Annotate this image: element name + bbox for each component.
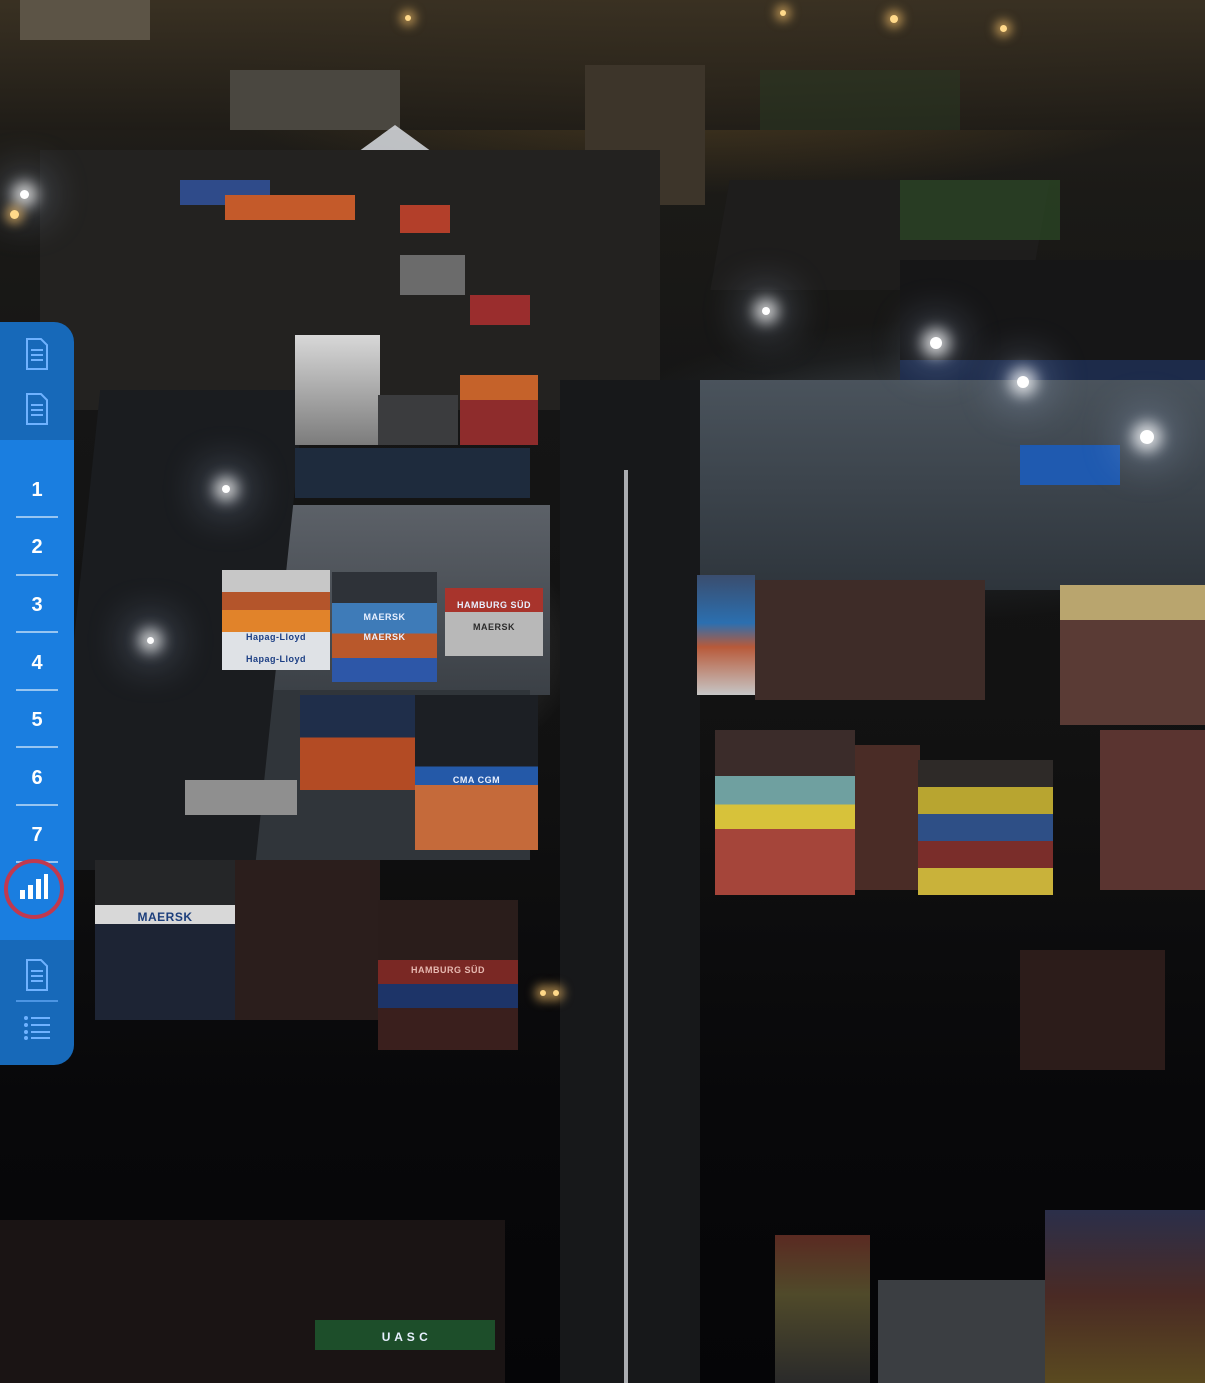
hapag-label-1: Hapag-Lloyd [245,632,306,642]
divider [16,631,58,633]
document-icon[interactable] [22,958,52,992]
side-navigation: 1 2 3 4 5 6 7 [0,322,74,1065]
hamburg-label-2: HAMBURG SÜD [411,965,485,975]
uasc-label: U A S C [381,1330,429,1344]
divider [16,516,58,518]
chapter-7-link[interactable]: 7 [0,823,74,847]
divider [16,746,58,748]
cma-label-1: CMA CGM [452,775,501,785]
bar-chart-icon [19,873,49,905]
chapter-3-link[interactable]: 3 [0,593,74,617]
maersk-label-4: MAERSK [137,910,193,924]
statistics-button[interactable] [4,859,64,919]
chapter-4-link[interactable]: 4 [0,651,74,675]
hamburg-label-1: HAMBURG SÜD [457,600,531,610]
maersk-label-3: MAERSK [472,622,515,632]
divider [16,689,58,691]
chapter-5-link[interactable]: 5 [0,708,74,732]
divider [16,1000,58,1002]
list-icon[interactable] [22,1010,52,1044]
hapag-label-2: Hapag-Lloyd [245,654,306,664]
chapter-2-link[interactable]: 2 [0,535,74,559]
divider [16,804,58,806]
maersk-label-2: MAERSK [363,632,406,642]
maersk-label-1: MAERSK [363,612,406,622]
chapter-1-link[interactable]: 1 [0,478,74,502]
port-aerial-night-photo: Hapag-Lloyd Hapag-Lloyd MAERSK MAERSK HA… [0,0,1205,1383]
chapter-6-link[interactable]: 6 [0,766,74,790]
divider [16,574,58,576]
document-icon[interactable] [22,337,52,371]
document-icon[interactable] [22,392,52,426]
